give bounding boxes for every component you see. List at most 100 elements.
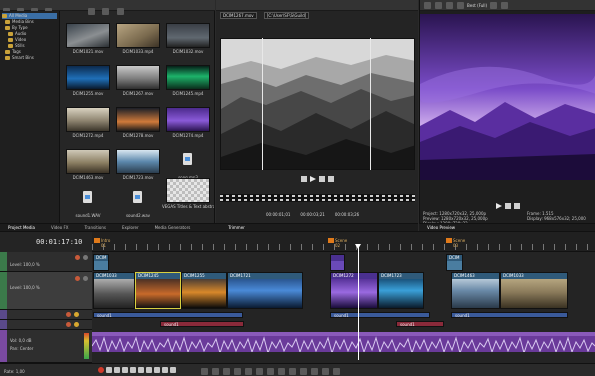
timeline-ruler[interactable]: Intro 01 Scene 02 Scene 03 (92, 232, 595, 252)
loop-icon[interactable] (300, 176, 307, 182)
pause-icon[interactable] (130, 367, 136, 373)
track-header-audio-3[interactable]: Vol: 0,0 dB Pan: Center (0, 330, 92, 363)
play-from-start-icon[interactable] (114, 367, 120, 373)
media-thumbnail[interactable]: DCIM1021.mov (66, 23, 110, 57)
play-icon[interactable] (496, 203, 502, 209)
trimmer-file-name[interactable]: DCIM1267.mov (220, 12, 257, 19)
split-icon[interactable] (234, 368, 241, 375)
pause-icon[interactable] (505, 203, 511, 209)
media-thumbnail-audio[interactable]: sound1.WAV (66, 187, 110, 221)
video-clip[interactable]: DCIM (446, 254, 463, 271)
mute-icon[interactable] (75, 255, 80, 260)
thumbnail-image (66, 107, 110, 132)
video-clip-selected[interactable]: DCIM1245 (135, 272, 181, 309)
tree-item-smart-bins[interactable]: Smart Bins (2, 55, 57, 61)
video-clip[interactable]: DCIM1463 (451, 272, 500, 309)
pause-icon[interactable] (327, 176, 334, 182)
marker-intro[interactable]: Intro 01 (94, 238, 110, 248)
media-thumbnail-generator[interactable]: VEGAS Titles & Text abstract (162, 178, 214, 212)
solo-icon[interactable] (74, 312, 79, 317)
video-clip[interactable]: DCIM1721 (227, 272, 303, 309)
snapshot-icon[interactable] (457, 1, 464, 9)
media-thumbnail[interactable]: DCIM1274.mp4 (166, 107, 210, 141)
trimmer-filmstrip[interactable] (220, 194, 415, 202)
media-thumbnail[interactable]: DCIM1272.mp4 (66, 107, 110, 141)
media-thumbnail[interactable]: DCIM1033.mp4 (116, 23, 160, 57)
marker-icon[interactable] (300, 368, 307, 375)
more-icon[interactable] (501, 1, 509, 9)
track-header-audio-1[interactable] (0, 310, 92, 320)
auto-ripple-icon[interactable] (278, 368, 285, 375)
overlay-icon[interactable] (446, 1, 453, 9)
video-clip[interactable]: DCIM1272 (330, 272, 378, 309)
solo-icon[interactable] (83, 276, 88, 281)
media-thumbnail[interactable]: DCIM1267.mov (116, 65, 160, 99)
audio-clip[interactable]: sound1 (93, 312, 243, 318)
waveform-image (92, 332, 595, 352)
audio-clip[interactable]: sound1 (160, 321, 244, 327)
solo-icon[interactable] (74, 322, 79, 327)
prev-frame-icon[interactable] (162, 367, 168, 373)
trim-end-icon[interactable] (256, 368, 263, 375)
track-header-audio-2[interactable] (0, 320, 92, 330)
snapping-icon[interactable] (267, 368, 274, 375)
media-thumbnail[interactable]: DCIM1255.mov (66, 65, 110, 99)
trimmer-length: 00:00:03;26 (334, 212, 360, 217)
loop-icon[interactable] (106, 367, 112, 373)
region-icon[interactable] (311, 368, 318, 375)
audio-waveform[interactable] (92, 332, 595, 352)
preview-quality-dropdown[interactable]: Best (Full) (467, 3, 487, 8)
marker-scene-02[interactable]: Scene 02 (328, 238, 347, 248)
trim-start-icon[interactable] (245, 368, 252, 375)
track-header-video-2[interactable]: Level: 100,0 % (0, 272, 92, 310)
filmstrip-holes (220, 195, 415, 197)
audio-clip[interactable]: sound1 (330, 312, 430, 318)
settings-icon[interactable] (424, 1, 431, 9)
mute-icon[interactable] (75, 276, 80, 281)
video-clip[interactable]: DCIM (93, 254, 109, 271)
video-preview-frame[interactable] (420, 14, 595, 180)
normal-edit-tool-icon[interactable] (201, 368, 208, 375)
go-to-end-icon[interactable] (154, 367, 160, 373)
go-to-start-icon[interactable] (146, 367, 152, 373)
video-clip[interactable]: DCIM1033 (500, 272, 568, 309)
media-thumbnail[interactable]: DCIM1032.mov (166, 23, 210, 57)
grid-icon[interactable] (490, 1, 498, 9)
zoom-out-icon[interactable] (333, 368, 340, 375)
stop-icon[interactable] (318, 176, 325, 182)
zoom-in-icon[interactable] (322, 368, 329, 375)
stop-icon[interactable] (138, 367, 144, 373)
mute-icon[interactable] (66, 322, 71, 327)
track-header-video-1[interactable]: Level: 100,0 % (0, 252, 92, 272)
record-icon[interactable] (98, 367, 104, 373)
selection-tool-icon[interactable] (223, 368, 230, 375)
video-clip[interactable]: DCIM1033 (93, 272, 135, 309)
lock-envelopes-icon[interactable] (289, 368, 296, 375)
trimmer-in-marker[interactable] (262, 38, 263, 170)
video-preview-panel: Best (Full) Project: 1280x720x32, 25,000… (419, 0, 595, 231)
media-thumbnail[interactable]: DCIM1278.mov (116, 107, 160, 141)
timeline-playhead[interactable] (355, 244, 361, 360)
media-thumbnail-audio[interactable]: sound2.wav (116, 187, 160, 221)
media-thumbnail[interactable]: DCIM1245.mp4 (166, 65, 210, 99)
next-frame-icon[interactable] (170, 367, 176, 373)
video-clip[interactable]: DCIM1723 (378, 272, 424, 309)
video-clip[interactable] (330, 254, 345, 271)
media-thumbnail[interactable]: DCIM1463.mov (66, 149, 110, 183)
split-screen-icon[interactable] (435, 1, 442, 9)
mute-icon[interactable] (66, 312, 71, 317)
track-number (0, 330, 7, 362)
thumbnail-image (116, 107, 160, 132)
audio-clip[interactable]: sound1 (396, 321, 444, 327)
marker-scene-03[interactable]: Scene 03 (446, 238, 465, 248)
trimmer-frame[interactable] (220, 38, 415, 170)
play-icon[interactable] (122, 367, 128, 373)
video-clip[interactable]: DCIM1255 (181, 272, 227, 309)
solo-icon[interactable] (83, 255, 88, 260)
play-icon[interactable] (309, 176, 316, 182)
media-thumbnail[interactable]: DCIM1723.mov (116, 149, 160, 183)
trimmer-out-marker[interactable] (370, 38, 371, 170)
stop-icon[interactable] (514, 203, 520, 209)
audio-clip[interactable]: sound1 (451, 312, 568, 318)
envelope-tool-icon[interactable] (212, 368, 219, 375)
